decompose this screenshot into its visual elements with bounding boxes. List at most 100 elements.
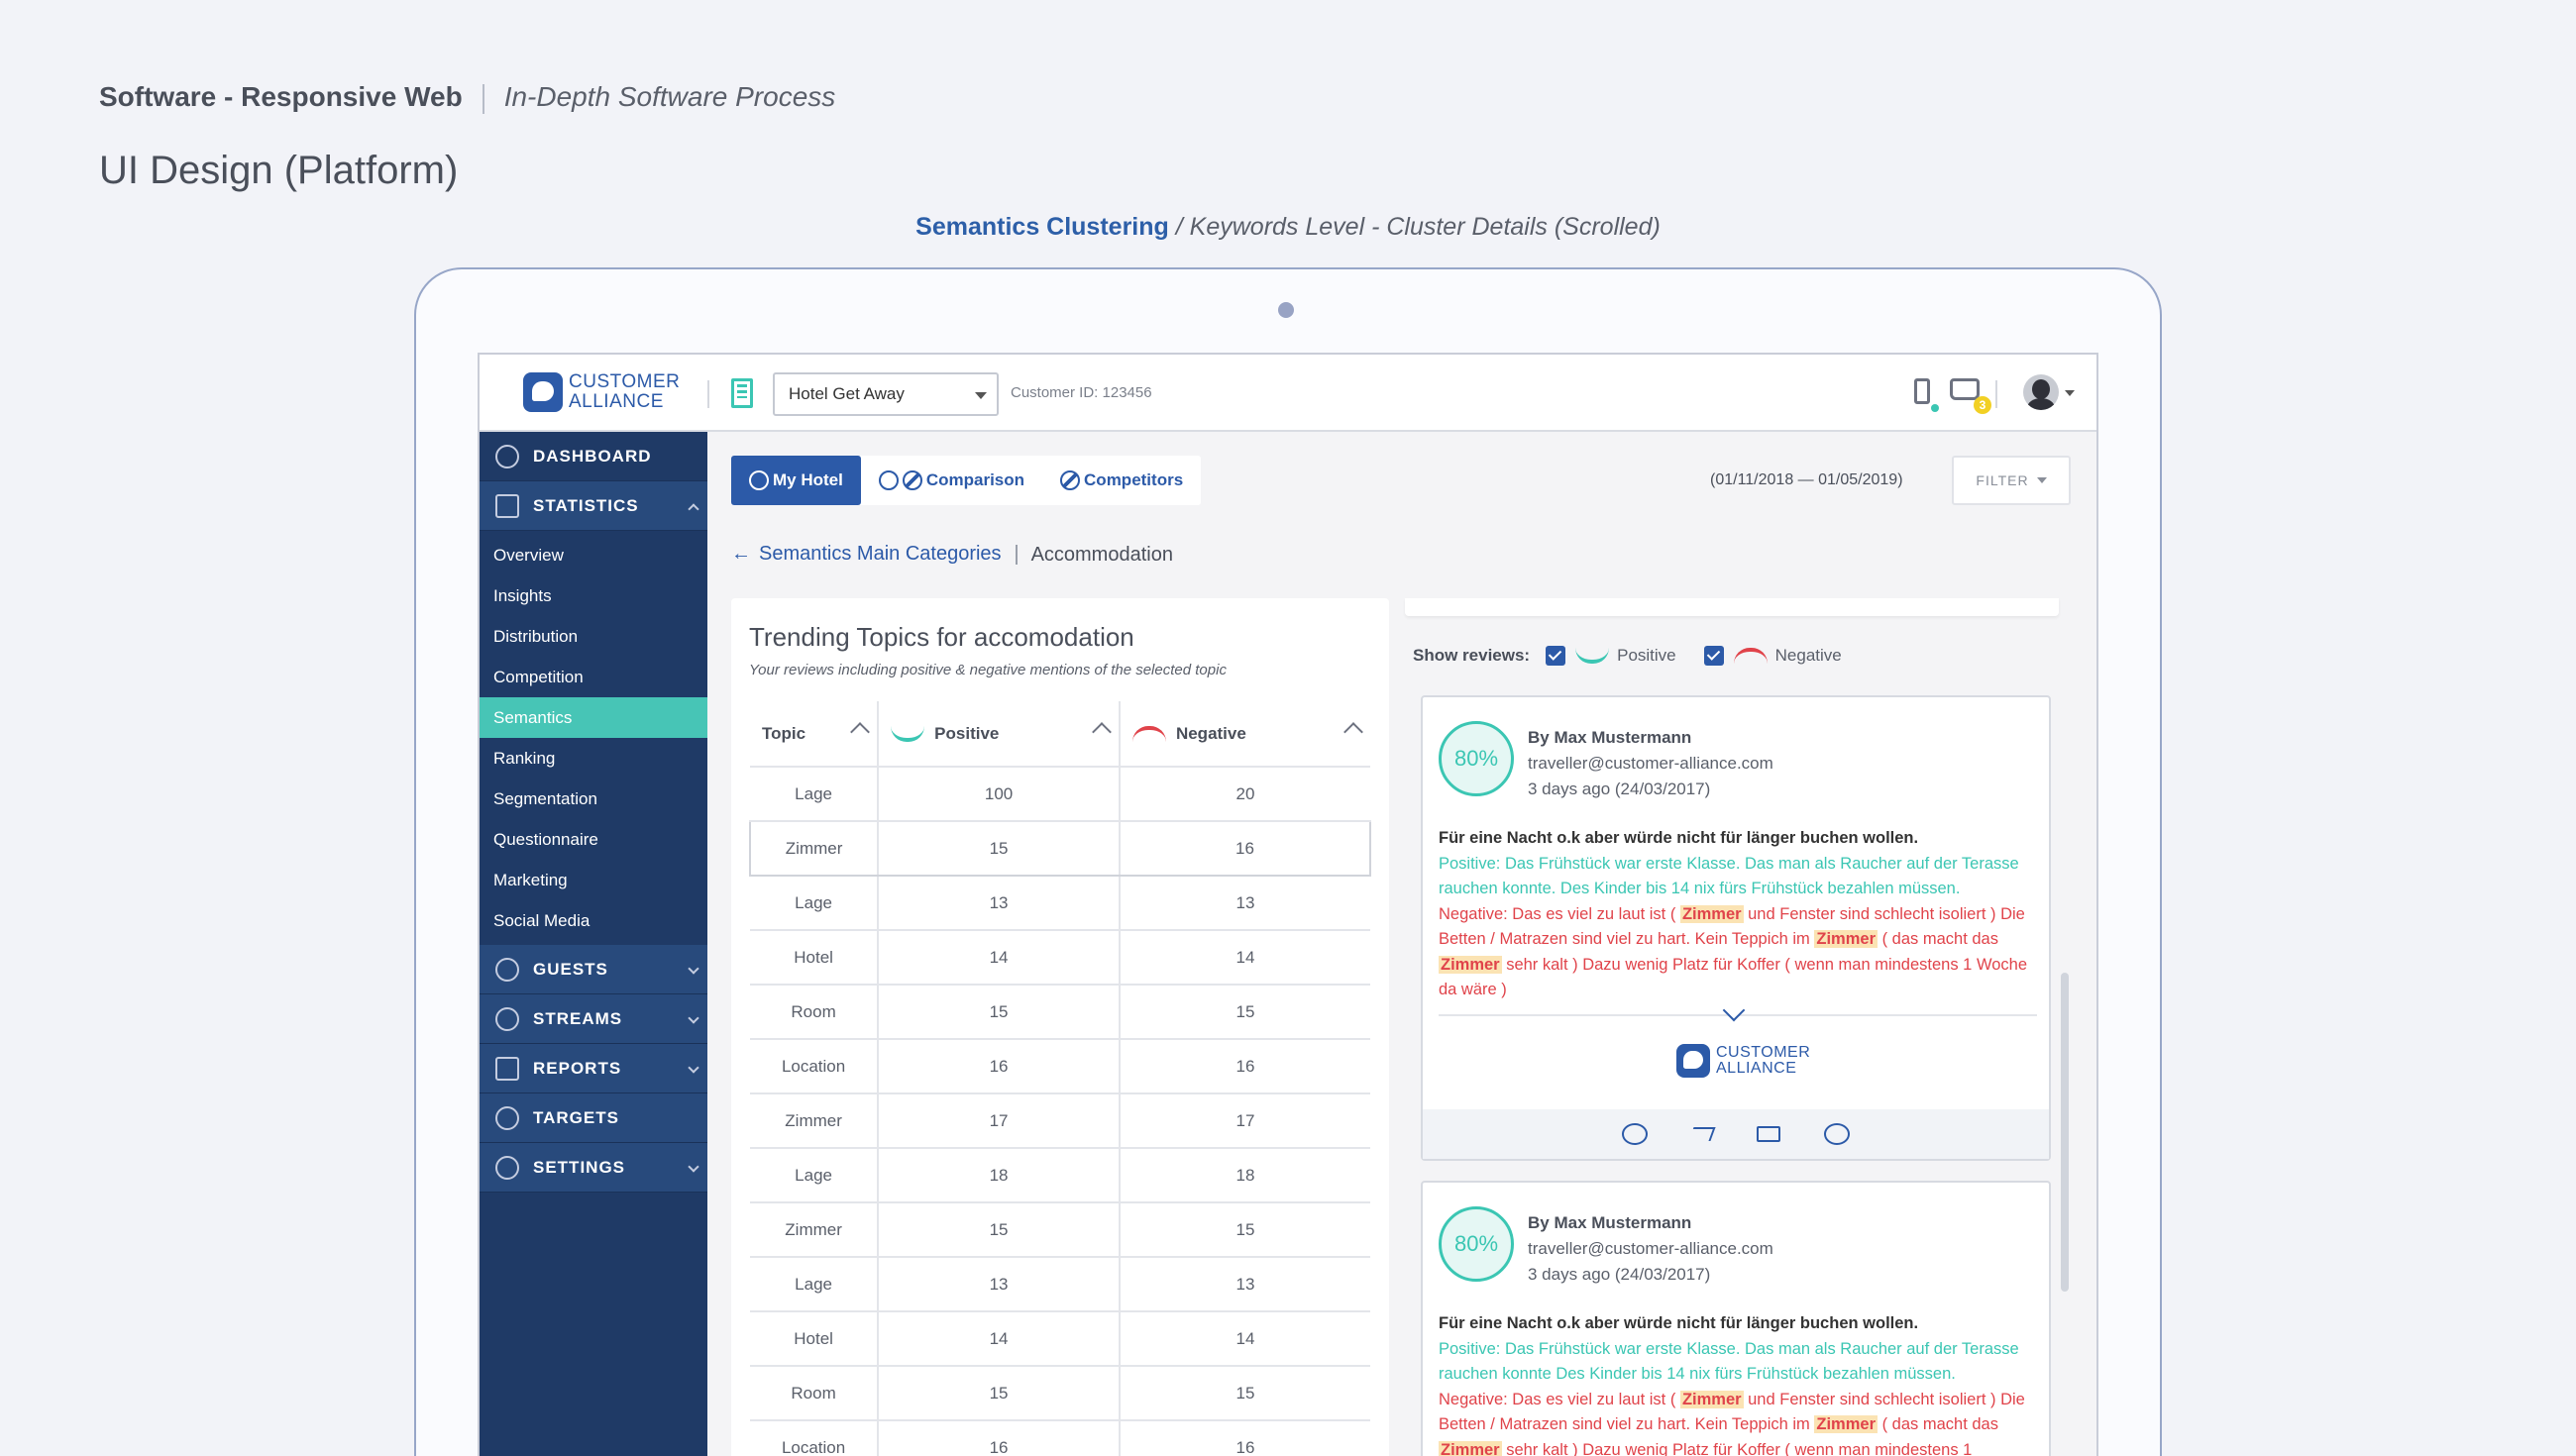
- positive-filter[interactable]: Positive: [1546, 646, 1676, 666]
- nav-guests[interactable]: GUESTS: [480, 945, 707, 994]
- tab-my-hotel[interactable]: My Hotel: [731, 456, 861, 505]
- negative-filter[interactable]: Negative: [1703, 646, 1842, 666]
- tab-competitors[interactable]: Competitors: [1042, 456, 1201, 505]
- sidebar-item-distribution[interactable]: Distribution: [480, 616, 707, 657]
- table-row[interactable]: Lage 100 20: [750, 767, 1370, 822]
- statistics-submenu: Overview Insights Distribution Competiti…: [480, 531, 707, 945]
- column-header-negative[interactable]: Negative: [1118, 701, 1370, 768]
- hotel-building-icon: [731, 378, 753, 408]
- chat-icon[interactable]: [1824, 1123, 1850, 1145]
- negative-cell: 15: [1118, 985, 1370, 1040]
- customer-alliance-logo[interactable]: CUSTOMER ALLIANCE: [523, 372, 680, 412]
- table-row[interactable]: Zimmer 17 17: [750, 1093, 1370, 1149]
- nav-reports[interactable]: REPORTS: [480, 1044, 707, 1093]
- hotel-select-value: Hotel Get Away: [789, 384, 905, 403]
- sidebar-item-overview[interactable]: Overview: [480, 535, 707, 575]
- negative-cell: 15: [1118, 1366, 1370, 1421]
- mail-icon[interactable]: [1757, 1126, 1780, 1142]
- sidebar-item-questionnaire[interactable]: Questionnaire: [480, 819, 707, 860]
- reviewer-name: By Max Mustermann: [1528, 1213, 1692, 1232]
- logo-mark-icon: [1676, 1044, 1710, 1078]
- table-row[interactable]: Zimmer 15 15: [750, 1202, 1370, 1258]
- inbox-icon[interactable]: [1950, 378, 1980, 400]
- table-row[interactable]: Location 16 16: [750, 1420, 1370, 1456]
- slashed-circle-icon: [1060, 470, 1081, 490]
- sidebar-item-semantics[interactable]: Semantics: [480, 697, 707, 738]
- filter-button[interactable]: FILTER: [1952, 456, 2071, 505]
- table-row[interactable]: Location 16 16: [750, 1039, 1370, 1094]
- comment-icon[interactable]: [1622, 1123, 1648, 1145]
- positive-cell: 13: [877, 876, 1120, 931]
- chevron-down-icon: [2036, 477, 2047, 483]
- review-positive: Positive: Das Frühstück war erste Klasse…: [1439, 1339, 2019, 1384]
- date-range[interactable]: (01/11/2018 — 01/05/2019): [1710, 471, 1903, 489]
- reviewer-email: traveller@customer-alliance.com: [1528, 754, 1773, 773]
- logo-line1: CUSTOMER: [1716, 1044, 1811, 1061]
- nav-settings[interactable]: SETTINGS: [480, 1143, 707, 1193]
- topic-cell: Room: [750, 1366, 879, 1421]
- sidebar-item-insights[interactable]: Insights: [480, 575, 707, 616]
- nav-label: GUESTS: [533, 959, 608, 979]
- keyword-highlight: Zimmer: [1439, 955, 1502, 974]
- nav-streams[interactable]: STREAMS: [480, 994, 707, 1044]
- logo-text: CUSTOMER ALLIANCE: [1716, 1045, 1810, 1077]
- sidebar-item-competition[interactable]: Competition: [480, 657, 707, 697]
- negative-cell: 16: [1118, 820, 1372, 877]
- table-row[interactable]: Zimmer 15 16: [748, 820, 1372, 877]
- checkbox-negative[interactable]: [1703, 646, 1724, 666]
- review-card: 80% By Max Mustermann traveller@customer…: [1421, 695, 2051, 1161]
- review-date: 3 days ago (24/03/2017): [1528, 1265, 1711, 1284]
- chat-icon: [495, 1006, 519, 1031]
- column-header-topic[interactable]: Topic: [750, 701, 879, 768]
- checkbox-positive[interactable]: [1546, 646, 1566, 666]
- table-row[interactable]: Hotel 14 14: [750, 930, 1370, 986]
- share-icon[interactable]: [1688, 1127, 1716, 1141]
- topbar-divider: [1995, 380, 1997, 408]
- nav-targets[interactable]: TARGETS: [480, 1093, 707, 1143]
- hotel-select[interactable]: Hotel Get Away: [773, 372, 999, 416]
- show-reviews-filter: Show reviews: Positive Negative: [1413, 646, 1870, 666]
- column-label: Negative: [1175, 723, 1246, 743]
- trending-topics-panel: Trending Topics for accomodation Your re…: [731, 598, 1389, 1456]
- sidebar-item-segmentation[interactable]: Segmentation: [480, 779, 707, 819]
- avatar[interactable]: [2023, 374, 2059, 410]
- table-row[interactable]: Room 15 15: [750, 1366, 1370, 1421]
- chevron-down-icon[interactable]: [2065, 390, 2075, 396]
- breadcrumb: ← Semantics Main Categories Accommodatio…: [731, 543, 1173, 566]
- sidebar-item-ranking[interactable]: Ranking: [480, 738, 707, 779]
- reviews-scrollbar[interactable]: [2061, 973, 2069, 1292]
- topic-cell: Hotel: [750, 1311, 879, 1367]
- sidebar-item-social-media[interactable]: Social Media: [480, 900, 707, 941]
- table-row[interactable]: Lage 13 13: [750, 876, 1370, 931]
- topic-cell: Location: [750, 1039, 879, 1094]
- positive-cell: 15: [877, 1202, 1120, 1258]
- negative-cell: 13: [1118, 1257, 1370, 1312]
- table-row[interactable]: Lage 18 18: [750, 1148, 1370, 1203]
- positive-cell: 18: [877, 1148, 1120, 1203]
- topbar-divider: [707, 380, 709, 408]
- keyword-highlight: Zimmer: [1814, 930, 1878, 948]
- breadcrumb-back-link[interactable]: Semantics Main Categories: [759, 543, 1002, 566]
- positive-cell: 13: [877, 1257, 1120, 1312]
- nav-statistics[interactable]: STATISTICS: [480, 481, 707, 531]
- review-text: Für eine Nacht o.k aber würde nicht für …: [1439, 1311, 2045, 1456]
- tab-comparison[interactable]: Comparison: [861, 456, 1042, 505]
- topic-cell: Lage: [750, 876, 879, 931]
- gear-icon: [495, 1155, 519, 1180]
- review-headline: Für eine Nacht o.k aber würde nicht für …: [1439, 1314, 1919, 1332]
- user-icon: [495, 957, 519, 982]
- status-dot: [1931, 404, 1939, 412]
- table-row[interactable]: Lage 13 13: [750, 1257, 1370, 1312]
- topic-cell: Lage: [750, 1148, 879, 1203]
- table-row[interactable]: Room 15 15: [750, 985, 1370, 1040]
- phone-icon[interactable]: [1914, 378, 1930, 404]
- table-row[interactable]: Hotel 14 14: [750, 1311, 1370, 1367]
- arrow-left-icon[interactable]: ←: [731, 543, 751, 566]
- notification-badge: 3: [1974, 396, 1991, 414]
- sidebar-item-marketing[interactable]: Marketing: [480, 860, 707, 900]
- panel-title: Trending Topics for accomodation: [749, 622, 1134, 652]
- logo-text: CUSTOMER ALLIANCE: [569, 372, 680, 412]
- column-header-positive[interactable]: Positive: [877, 701, 1120, 768]
- column-label: Topic: [762, 723, 806, 743]
- nav-dashboard[interactable]: DASHBOARD: [480, 432, 707, 481]
